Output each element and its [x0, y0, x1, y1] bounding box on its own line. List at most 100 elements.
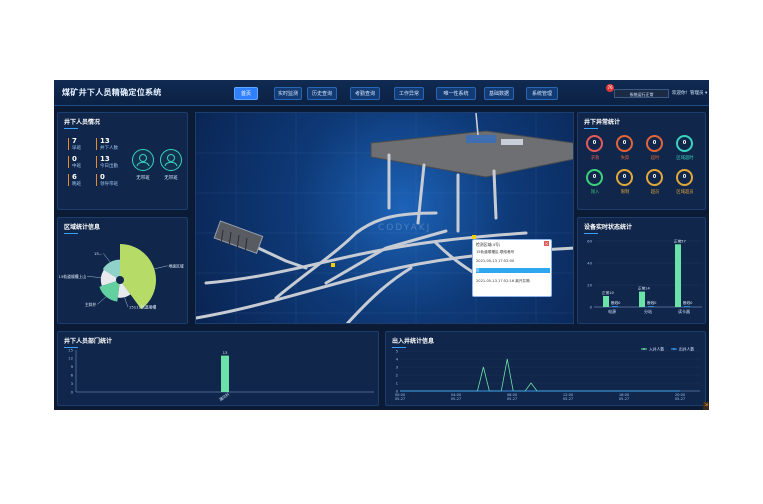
mine-3d-map[interactable]: CODYAKJ 检测区域(4号) × 15轨道顺槽区-联络巷号 2021-05-…: [195, 112, 574, 324]
stat-item: 0 领导带班: [100, 173, 118, 187]
nav-tab[interactable]: 考勤查询: [350, 87, 380, 100]
dept-bar-chart: 0 3 6 9 12 15 13 通风科: [68, 347, 374, 402]
app-window: 煤矿井下人员精确定位系统 首页 实时监测 历史查询 考勤查询 工作异常 唯一性系统 基础数据…: [54, 80, 709, 410]
area-pie-chart: 地面区域 15111轨道顺槽 主斜井 15轨道顺槽上山 15...: [59, 244, 184, 310]
y-tick-label: 40: [587, 260, 592, 265]
bar-data-label: 断线0: [647, 300, 657, 305]
stat-accent-line: [68, 174, 69, 186]
pie-label: 15...: [94, 251, 102, 256]
legend-label: 出井人数: [679, 346, 694, 351]
popup-header: 检测区域(4号): [476, 242, 501, 247]
stat-value: 13: [100, 155, 110, 163]
ring-label: 限制: [620, 190, 630, 195]
location-popup[interactable]: 检测区域(4号) × 15轨道顺槽区-联络巷号 2021-05-13 17:52…: [472, 239, 552, 297]
watermark-text: CODYAKJ: [378, 223, 432, 233]
nav-tab[interactable]: 系统管理: [526, 87, 558, 100]
device-bar[interactable]: [603, 296, 609, 307]
chevron-down-icon: ▾: [704, 91, 708, 96]
system-status-text: 系统运行正常: [629, 92, 654, 97]
x-tick-line: 05-27: [619, 397, 629, 401]
nav-tab[interactable]: 工作异常: [394, 87, 424, 100]
stat-value: 6: [72, 173, 77, 181]
x-tick-line: 05-27: [507, 397, 517, 401]
corner-expand-icon[interactable]: ⇲: [703, 402, 709, 410]
x-tick-line: 05-27: [451, 397, 461, 401]
ring-value: 0: [682, 174, 687, 180]
person-icon: [160, 149, 182, 171]
stat-item: 13 今日出勤: [100, 155, 118, 169]
leader-label-1: 无带班: [136, 176, 150, 181]
x-tick-label: 读卡器: [678, 308, 690, 314]
legend-dot: [673, 348, 675, 350]
user-name: 管理员: [690, 91, 704, 96]
device-bar[interactable]: [675, 244, 681, 307]
popup-row: 2021-05-13 17:52:16 离开井筒: [476, 279, 530, 283]
device-stats-panel: 设备实时状态统计 0 20 40 60 正常10 断线0 电源 正常14 断线0 分站 正常57 断线…: [577, 217, 706, 324]
pie-label: 主斜井: [85, 302, 97, 307]
y-tick-label: 4: [396, 356, 399, 361]
device-bar[interactable]: [648, 306, 654, 307]
nav-tab[interactable]: 历史查询: [307, 87, 337, 100]
device-bar[interactable]: [612, 306, 618, 307]
stat-label: 领导带班: [100, 182, 118, 187]
ring-label: 闯入: [590, 190, 600, 195]
stat-label: 晚班: [72, 182, 81, 187]
stat-value: 0: [72, 155, 77, 163]
x-tick-line: 05-27: [563, 397, 573, 401]
device-bar-chart: 0 20 40 60 正常10 断线0 电源 正常14 断线0 分站 正常57 断线0 读卡器: [587, 238, 702, 314]
y-tick-label: 20: [587, 282, 592, 287]
stat-accent-line: [96, 174, 97, 186]
pie-label: 15轨道顺槽上山: [59, 274, 87, 279]
close-icon[interactable]: ×: [544, 241, 549, 246]
alarm-badge[interactable]: 76: [606, 84, 614, 92]
x-tick-label: 04:00 05-27: [451, 393, 462, 401]
nav-tab[interactable]: 基础数据: [484, 87, 514, 100]
pie-leader-line: [154, 265, 168, 270]
x-tick-label: 分站: [644, 308, 652, 314]
pie-leader-line: [124, 297, 129, 307]
stat-item: 7 早班: [72, 137, 81, 151]
pie-leader-line: [97, 296, 107, 305]
x-tick-label: 00:00 05-27: [395, 393, 406, 401]
top-bar: 煤矿井下人员精确定位系统 首页 实时监测 历史查询 考勤查询 工作异常 唯一性系统 基础数据…: [54, 80, 709, 106]
dept-bar[interactable]: [221, 355, 229, 392]
bar-data-label: 正常57: [674, 238, 686, 243]
stat-item: 6 晚班: [72, 173, 81, 187]
device-bar[interactable]: [639, 291, 645, 307]
y-tick-label: 0: [71, 389, 74, 394]
leader-label-2: 无带班: [164, 176, 178, 181]
pie-leader-line: [87, 276, 102, 278]
y-tick-label: 3: [71, 381, 74, 386]
user-menu[interactable]: 管理员 ▾: [690, 90, 707, 96]
panel-title: 井下人员情况: [64, 119, 101, 129]
nav-tab[interactable]: 唯一性系统: [436, 87, 476, 100]
ring-label: 超员: [650, 190, 660, 195]
ring-value: 0: [682, 140, 687, 146]
stat-value: 7: [72, 137, 77, 145]
x-tick-line: 05-27: [395, 397, 405, 401]
abnormal-stats-panel: 井下异常统计 0 求救 0 失踪 0 超时 0 区域超时 0 闯入 0 限制 0 超员 0 区域超员: [577, 112, 706, 210]
x-tick-label: 16:00 05-27: [619, 393, 630, 401]
bar-data-label: 正常10: [602, 290, 614, 295]
stat-value: 0: [100, 173, 105, 181]
y-tick-label: 1: [396, 380, 399, 385]
stat-accent-line: [96, 138, 97, 150]
stat-item: 0 中班: [72, 155, 81, 169]
nav-tab[interactable]: 首页: [234, 87, 258, 100]
x-tick-line: 05-27: [675, 397, 685, 401]
stat-accent-line: [68, 156, 69, 168]
person-icon: [132, 149, 154, 171]
nav-tab[interactable]: 实时监测: [274, 87, 302, 100]
ring-value: 0: [592, 140, 597, 146]
panel-title: 设备实时状态统计: [584, 224, 633, 234]
ring-value: 0: [622, 174, 627, 180]
panel-title: 区域统计信息: [64, 224, 101, 234]
pie-center: [116, 276, 124, 284]
x-tick-label: 电源: [608, 308, 616, 314]
ring-value: 0: [622, 140, 627, 146]
pie-slice[interactable]: [120, 244, 157, 310]
stat-value: 13: [100, 137, 110, 145]
device-bar[interactable]: [684, 306, 690, 307]
stat-label: 早班: [72, 146, 81, 151]
panel-title: 出入井统计信息: [392, 338, 435, 348]
